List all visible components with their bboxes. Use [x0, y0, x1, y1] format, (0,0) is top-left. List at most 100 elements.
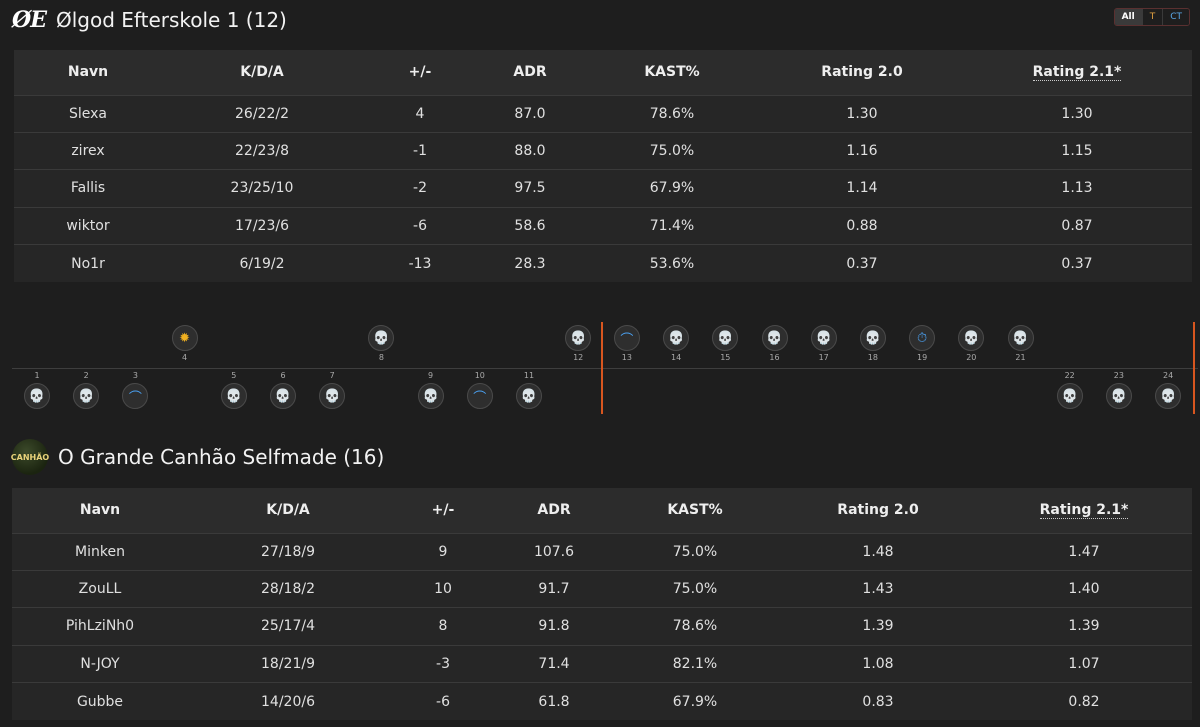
round-23[interactable]: 23 💀 [1104, 371, 1134, 409]
adr-cell: 91.7 [498, 569, 610, 608]
team2-logo: CANHÃO [11, 439, 49, 475]
player-name[interactable]: zirex [14, 131, 162, 170]
rating-21-cell: 1.40 [976, 569, 1192, 608]
adr-cell: 61.8 [498, 682, 610, 720]
round-15[interactable]: 💀 15 [710, 325, 740, 363]
header-rating-20: Rating 2.0 [762, 50, 962, 95]
plus-minus-cell: 9 [388, 532, 498, 571]
timeline-divider [12, 368, 1198, 369]
kda-cell: 25/17/4 [188, 607, 388, 646]
round-22[interactable]: 22 💀 [1055, 371, 1085, 409]
adr-cell: 58.6 [478, 206, 582, 245]
round-1[interactable]: 1 💀 [22, 371, 52, 409]
round-8[interactable]: 💀 8 [366, 325, 396, 363]
round-13[interactable]: ⌒ 13 [612, 325, 642, 363]
skull-icon: 💀 [1105, 383, 1132, 409]
round-number: 4 [182, 353, 188, 362]
player-name[interactable]: N-JOY [12, 644, 188, 683]
round-number: 12 [573, 353, 584, 362]
player-name[interactable]: Minken [12, 532, 188, 571]
player-name[interactable]: Slexa [14, 94, 162, 133]
kast-cell: 71.4% [582, 206, 762, 245]
skull-icon: 💀 [663, 325, 690, 351]
round-number: 16 [769, 353, 780, 362]
round-11[interactable]: 11 💀 [514, 371, 544, 409]
table-header-row: Navn K/D/A +/- ADR KAST% Rating 2.0 Rating 2.1… [12, 488, 1192, 533]
round-number: 7 [329, 371, 335, 380]
bomb-explode-icon: ✹ [171, 325, 198, 351]
adr-cell: 107.6 [498, 532, 610, 571]
skull-icon: 💀 [516, 383, 542, 409]
kast-cell: 67.9% [610, 682, 780, 720]
rating-20-cell: 0.37 [762, 244, 962, 282]
skull-icon: 💀 [1155, 383, 1182, 409]
stopwatch-icon: ⏱ [909, 325, 936, 351]
round-number: 15 [720, 353, 731, 362]
plus-minus-cell: 4 [362, 94, 478, 133]
table-row: Slexa 26/22/2 4 87.0 78.6% 1.30 1.30 [14, 94, 1192, 133]
kast-cell: 75.0% [582, 131, 762, 170]
round-number: 24 [1163, 371, 1174, 380]
player-name[interactable]: Fallis [14, 169, 162, 208]
round-21[interactable]: 💀 21 [1006, 325, 1036, 363]
defuse-icon: ⌒ [466, 383, 493, 409]
player-name[interactable]: wiktor [14, 206, 162, 245]
header-kast: KAST% [582, 50, 762, 95]
round-5[interactable]: 5 💀 [219, 371, 249, 409]
round-number: 19 [917, 353, 928, 362]
defuse-icon: ⌒ [122, 383, 149, 409]
player-name[interactable]: Gubbe [12, 682, 188, 720]
defuse-icon: ⌒ [613, 325, 640, 351]
round-2[interactable]: 2 💀 [71, 371, 101, 409]
filter-t-button[interactable]: T [1142, 9, 1164, 25]
round-4[interactable]: ✹ 4 [170, 325, 200, 363]
plus-minus-cell: -1 [362, 131, 478, 170]
round-number: 21 [1015, 353, 1026, 362]
filter-all-button[interactable]: All [1114, 9, 1143, 25]
round-14[interactable]: 💀 14 [661, 325, 691, 363]
round-17[interactable]: 💀 17 [809, 325, 839, 363]
skull-icon: 💀 [368, 325, 395, 351]
round-18[interactable]: 💀 18 [858, 325, 888, 363]
adr-cell: 97.5 [478, 169, 582, 208]
round-10[interactable]: 10 ⌒ [465, 371, 495, 409]
round-24[interactable]: 24 💀 [1153, 371, 1183, 409]
kast-cell: 82.1% [610, 644, 780, 683]
round-7[interactable]: 7 💀 [317, 371, 347, 409]
kda-cell: 26/22/2 [162, 94, 362, 133]
table-header-row: Navn K/D/A +/- ADR KAST% Rating 2.0 Rating 2.1… [14, 50, 1192, 95]
header-rating-21[interactable]: Rating 2.1* [976, 488, 1192, 533]
player-name[interactable]: ZouLL [12, 569, 188, 608]
adr-cell: 71.4 [498, 644, 610, 683]
skull-icon: 💀 [1056, 383, 1083, 409]
round-20[interactable]: 💀 20 [956, 325, 986, 363]
rating-21-cell: 0.82 [976, 682, 1192, 720]
plus-minus-cell: -6 [362, 206, 478, 245]
round-16[interactable]: 💀 16 [760, 325, 790, 363]
skull-icon: 💀 [712, 325, 739, 351]
rating-21-cell: 1.39 [976, 607, 1192, 646]
round-19[interactable]: ⏱ 19 [907, 325, 937, 363]
kda-cell: 17/23/6 [162, 206, 362, 245]
kast-cell: 53.6% [582, 244, 762, 282]
rating-20-cell: 1.39 [780, 607, 976, 646]
rating-21-cell: 1.15 [962, 131, 1192, 170]
round-6[interactable]: 6 💀 [268, 371, 298, 409]
header-kda: K/D/A [162, 50, 362, 95]
rating-21-cell: 1.13 [962, 169, 1192, 208]
team1-stats-table: Navn K/D/A +/- ADR KAST% Rating 2.0 Rating 2.1… [14, 50, 1192, 282]
round-12[interactable]: 💀 12 [563, 325, 593, 363]
rating-21-label: Rating 2.1* [1039, 502, 1129, 520]
round-9[interactable]: 9 💀 [416, 371, 446, 409]
round-3[interactable]: 3 ⌒ [120, 371, 150, 409]
team1-logo: ØE [12, 7, 47, 33]
table-row: N-JOY 18/21/9 -3 71.4 82.1% 1.08 1.07 [12, 644, 1192, 683]
rating-21-cell: 1.30 [962, 94, 1192, 133]
round-number: 23 [1113, 371, 1124, 380]
round-number: 2 [83, 371, 89, 380]
kda-cell: 18/21/9 [188, 644, 388, 683]
filter-ct-button[interactable]: CT [1163, 9, 1189, 25]
player-name[interactable]: PihLziNh0 [12, 607, 188, 646]
player-name[interactable]: No1r [14, 244, 162, 282]
header-rating-21[interactable]: Rating 2.1* [962, 50, 1192, 95]
